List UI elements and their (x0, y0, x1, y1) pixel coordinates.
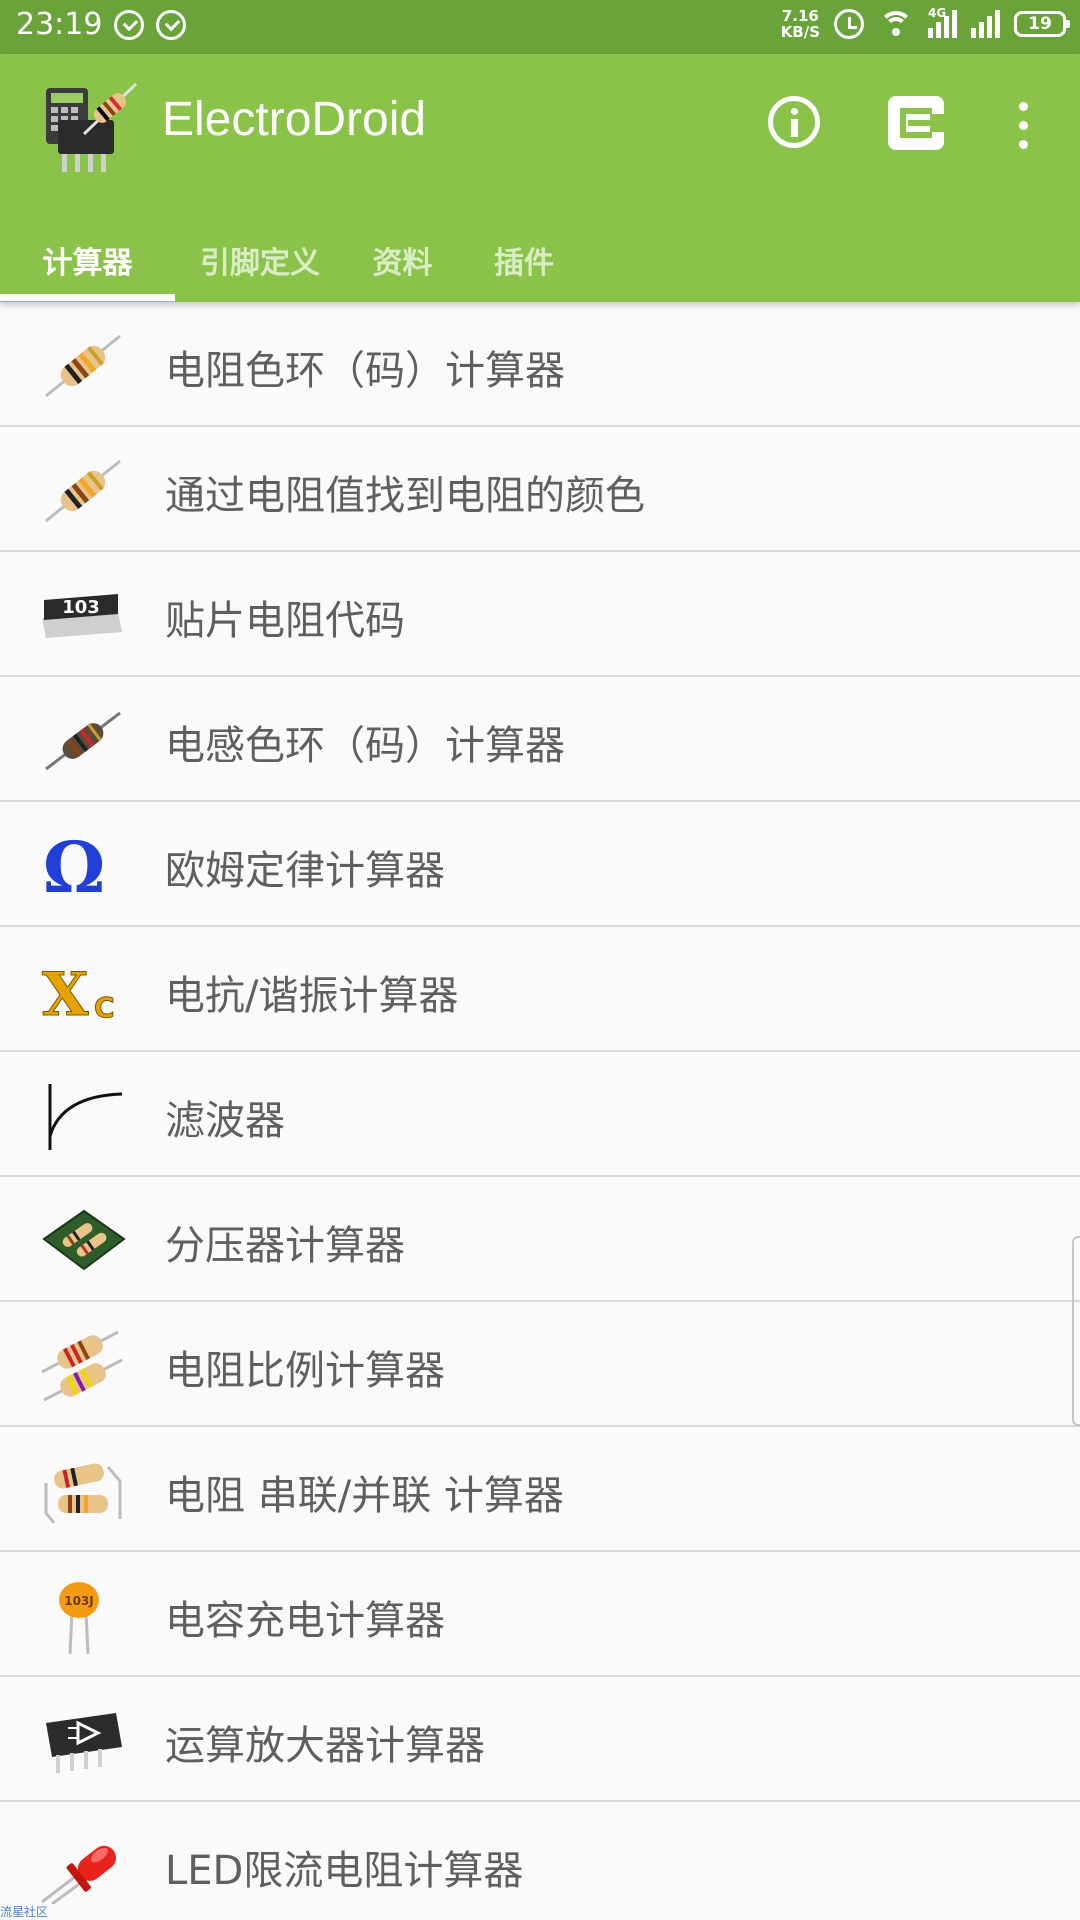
reactance-c-subscript: C (94, 991, 115, 1024)
list-item-label: LED限流电阻计算器 (165, 1848, 524, 1894)
status-notification-icons (114, 10, 186, 40)
signal-icon (971, 10, 1000, 38)
status-indicators: 7.16 KB/S 4G 19 (781, 6, 1070, 40)
battery-icon: 19 (1014, 11, 1070, 37)
list-item[interactable]: 运算放大器计算器 (0, 1677, 1080, 1802)
smd-resistor-icon: 103 (42, 594, 122, 638)
list-item[interactable]: 电阻比例计算器 (0, 1302, 1080, 1427)
tab-calculators[interactable]: 计算器 (0, 218, 175, 302)
list-item-label: 电容充电计算器 (165, 1598, 445, 1644)
list-item-label: 电阻比例计算器 (165, 1348, 445, 1394)
led-icon (41, 1845, 116, 1904)
battery-level: 19 (1028, 14, 1052, 34)
list-item-label: 电感色环（码）计算器 (165, 723, 565, 769)
tab-indicator (0, 294, 175, 301)
list-item-label: 电阻色环（码）计算器 (165, 348, 565, 394)
calculator-list: 电阻色环（码）计算器 通过电阻值找到电阻的颜色 103 贴片电阻代码 电感色环（… (0, 302, 1080, 1920)
inductor-icon (45, 711, 121, 771)
tab-bar: 计算器 引脚定义 资料 插件 (0, 218, 588, 302)
series-parallel-icon (44, 1463, 122, 1524)
electrodroid-logo-icon (46, 82, 138, 172)
smd-code-text: 103 (62, 597, 100, 618)
status-bar: 23:19 7.16 KB/S 4G 19 (0, 0, 1080, 54)
notification-app-icon (114, 10, 144, 40)
status-time: 23:19 (16, 7, 103, 42)
watermark: 流星社区 (0, 1905, 49, 1919)
reactance-x-symbol: X (42, 960, 89, 1029)
capacitor-icon: 103J (59, 1582, 99, 1654)
network-speed-unit: KB/S (780, 23, 820, 41)
tab-resources[interactable]: 资料 (345, 218, 460, 302)
signal-4g-icon: 4G (928, 6, 957, 38)
wifi-icon (878, 9, 914, 39)
list-item[interactable]: 电感色环（码）计算器 (0, 677, 1080, 802)
plugin-button[interactable] (888, 96, 944, 150)
list-item[interactable]: 分压器计算器 (0, 1177, 1080, 1302)
list-item[interactable]: LED限流电阻计算器 (0, 1802, 1080, 1920)
app-bar: ElectroDroid 计算器 引脚定义 资料 插件 (0, 54, 1080, 302)
alarm-icon (834, 9, 864, 39)
list-item[interactable]: Ω 欧姆定律计算器 (0, 802, 1080, 927)
overflow-menu-button[interactable] (1014, 102, 1032, 150)
voltage-divider-pcb-icon (42, 1209, 126, 1271)
list-item[interactable]: 103J 电容充电计算器 (0, 1552, 1080, 1677)
check-circle-icon (156, 10, 186, 40)
opamp-chip-icon (46, 1713, 122, 1773)
info-button[interactable] (768, 96, 820, 148)
tab-plugins[interactable]: 插件 (460, 218, 588, 302)
list-item-label: 分压器计算器 (165, 1223, 405, 1269)
list-item[interactable]: 滤波器 (0, 1052, 1080, 1177)
filter-curve-icon (48, 1084, 123, 1150)
list-item-label: 通过电阻值找到电阻的颜色 (165, 473, 645, 519)
reactance-icon: X C (42, 960, 116, 1030)
list-item[interactable]: 通过电阻值找到电阻的颜色 (0, 427, 1080, 552)
tab-pinouts[interactable]: 引脚定义 (175, 218, 345, 302)
list-item[interactable]: 电阻 串联/并联 计算器 (0, 1427, 1080, 1552)
network-speed: 7.16 KB/S (781, 8, 820, 40)
list-item-label: 贴片电阻代码 (165, 598, 405, 644)
list-item[interactable]: 电阻色环（码）计算器 (0, 302, 1080, 427)
resistor-pair-icon (41, 1330, 123, 1402)
scroll-edge-handle[interactable] (1072, 1236, 1080, 1426)
resistor-icon (45, 334, 121, 398)
list-item[interactable]: 103 贴片电阻代码 (0, 552, 1080, 677)
omega-icon: Ω (43, 828, 105, 904)
list-item-label: 运算放大器计算器 (165, 1723, 485, 1769)
network-speed-value: 7.16 (781, 7, 819, 25)
signal-label: 4G (928, 6, 947, 20)
omega-symbol: Ω (43, 828, 105, 904)
list-item-label: 电阻 串联/并联 计算器 (165, 1473, 564, 1519)
info-icon (791, 108, 798, 115)
list-item-label: 滤波器 (165, 1098, 285, 1144)
list-item-label: 欧姆定律计算器 (165, 848, 445, 894)
resistor-icon (45, 459, 121, 523)
list-item[interactable]: X C 电抗/谐振计算器 (0, 927, 1080, 1052)
app-title: ElectroDroid (162, 93, 427, 146)
capacitor-code-text: 103J (64, 1594, 94, 1608)
list-item-label: 电抗/谐振计算器 (165, 973, 459, 1019)
